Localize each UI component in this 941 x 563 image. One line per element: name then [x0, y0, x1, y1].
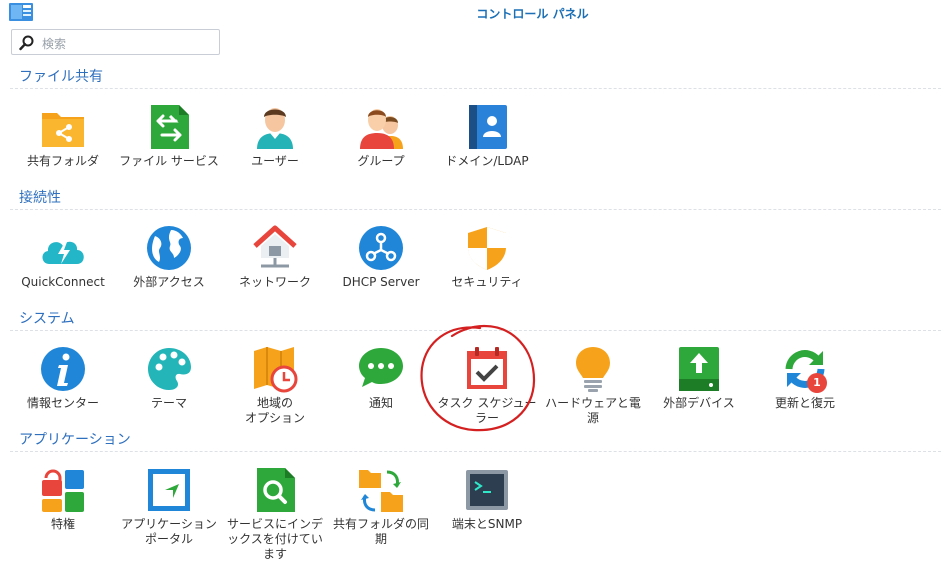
item-privileges[interactable]: 特権	[12, 466, 114, 532]
section-heading-system: システム	[19, 311, 75, 327]
item-network[interactable]: ネットワーク	[224, 224, 326, 290]
item-label: ドメイン/LDAP	[445, 154, 529, 168]
network-house-icon	[253, 225, 297, 268]
item-label: セキュリティ	[451, 275, 523, 289]
section-divider	[10, 88, 941, 89]
item-shared-folder[interactable]: 共有フォルダ	[12, 103, 114, 169]
item-hardware-power[interactable]: ハードウェアと電源	[542, 345, 644, 426]
item-label: ファイル サービス	[119, 154, 219, 168]
dhcp-server-icon	[359, 226, 403, 270]
item-dhcp-server[interactable]: DHCP Server	[330, 224, 432, 290]
item-label: 更新と復元	[774, 396, 835, 410]
item-label: DHCP Server	[342, 275, 420, 289]
item-terminal-snmp[interactable]: 端末とSNMP	[436, 466, 538, 532]
folder-sync-icon	[359, 470, 403, 512]
item-quickconnect[interactable]: QuickConnect	[12, 224, 114, 290]
application-portal-icon	[148, 469, 190, 511]
section-divider	[10, 451, 941, 452]
item-application-portal[interactable]: アプリケーション ポータル	[118, 466, 220, 547]
item-shared-folder-sync[interactable]: 共有フォルダの同期	[330, 466, 432, 547]
item-indexing-service[interactable]: サービスにインデックスを付けています	[224, 466, 326, 562]
quickconnect-cloud-icon	[42, 241, 84, 264]
item-file-services[interactable]: ファイル サービス	[118, 103, 220, 169]
item-label: ネットワーク	[238, 275, 311, 289]
item-label: ハードウェアと電源	[545, 396, 641, 425]
item-security[interactable]: セキュリティ	[436, 224, 538, 290]
user-icon	[257, 108, 293, 149]
terminal-icon	[466, 470, 508, 510]
item-label: 情報センター	[26, 396, 99, 410]
search-icon	[19, 35, 34, 51]
file-services-icon	[151, 105, 189, 149]
group-icon	[360, 109, 403, 149]
item-label: グループ	[357, 154, 405, 168]
item-label: テーマ	[150, 396, 187, 410]
search-input[interactable]: 検索	[11, 29, 220, 55]
search-placeholder: 検索	[42, 37, 67, 51]
item-regional-options[interactable]: 地域の オプション	[224, 345, 326, 426]
item-label: 通知	[368, 396, 393, 410]
external-device-upload-icon	[679, 347, 719, 391]
item-user[interactable]: ユーザー	[224, 103, 326, 169]
item-label: アプリケーション ポータル	[121, 517, 217, 546]
item-info-center[interactable]: 情報センター	[12, 345, 114, 411]
shared-folder-icon	[42, 113, 84, 147]
section-heading-file-sharing: ファイル共有	[19, 69, 103, 85]
section-heading-connectivity: 接続性	[19, 190, 61, 206]
item-update-restore[interactable]: 1 更新と復元	[754, 345, 856, 411]
indexing-search-icon	[257, 468, 295, 512]
item-label: サービスにインデックスを付けています	[226, 517, 323, 561]
privileges-lock-icon	[42, 469, 84, 512]
item-label: ユーザー	[251, 154, 299, 168]
lightbulb-icon	[576, 347, 610, 392]
info-icon	[41, 347, 85, 391]
item-external-devices[interactable]: 外部デバイス	[648, 345, 750, 411]
item-theme[interactable]: テーマ	[118, 345, 220, 411]
item-label: 特権	[50, 517, 75, 531]
domain-ldap-icon	[469, 105, 507, 149]
item-label: 地域の オプション	[244, 396, 305, 425]
globe-icon	[147, 226, 191, 270]
item-label: 外部アクセス	[133, 275, 205, 289]
window-title: コントロール パネル	[476, 7, 589, 21]
shield-icon	[468, 227, 506, 270]
section-divider	[10, 209, 941, 210]
update-count-badge: 1	[807, 373, 827, 393]
annotation-circle	[420, 324, 536, 432]
item-notification[interactable]: 通知	[330, 345, 432, 411]
item-label: QuickConnect	[21, 275, 105, 289]
map-clock-icon	[254, 347, 298, 393]
item-label: 外部デバイス	[663, 396, 735, 410]
palette-icon	[148, 348, 191, 390]
item-label: 端末とSNMP	[451, 517, 523, 531]
item-external-access[interactable]: 外部アクセス	[118, 224, 220, 290]
title-bar: コントロール パネル	[0, 0, 941, 26]
chat-bubble-icon	[359, 348, 403, 387]
item-label: 共有フォルダの同期	[332, 517, 429, 546]
item-group[interactable]: グループ	[330, 103, 432, 169]
item-label: 共有フォルダ	[26, 154, 99, 168]
item-domain-ldap[interactable]: ドメイン/LDAP	[436, 103, 538, 169]
section-heading-applications: アプリケーション	[19, 432, 131, 448]
